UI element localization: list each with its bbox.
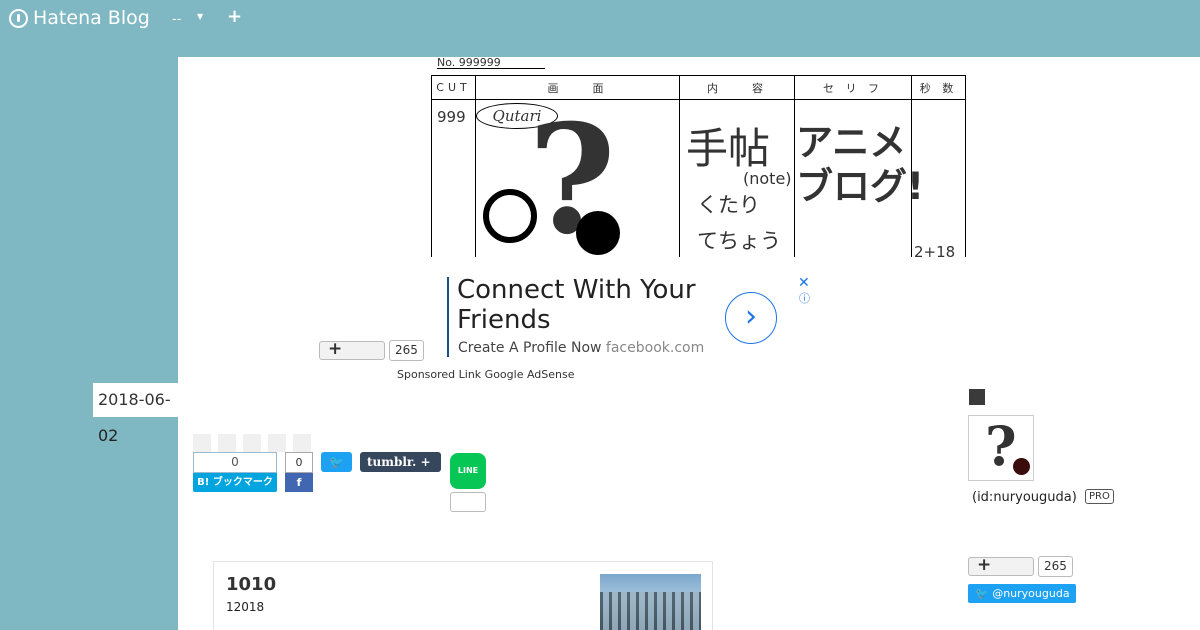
cut-number: 999 [431, 99, 476, 257]
plus-icon: + [977, 555, 992, 575]
add-entry-button[interactable]: + [227, 6, 242, 27]
logo-text: Hatena Blog [33, 7, 150, 29]
header-kutari: くたり [697, 193, 760, 217]
col-dialogue: セ リ フ [794, 75, 912, 100]
ad-cta: Create A Profile Now [458, 340, 602, 356]
header-note: (note) [743, 169, 792, 188]
twitter-share-button[interactable]: 🐦 [321, 452, 352, 472]
related-entry-title[interactable]: 1010 [226, 574, 276, 595]
sponsored-link-label: Sponsored Link Google AdSense [397, 368, 575, 381]
anime-line1: アニメ [796, 121, 907, 164]
top-bar: Hatena Blog -- ▼ + [0, 0, 1200, 36]
hatena-logo-icon [9, 8, 28, 28]
twitter-follow-button[interactable]: 🐦 @nuryouguda [968, 584, 1076, 603]
sidebar-add-star-button[interactable]: + [968, 555, 1034, 576]
col-content: 内 容 [679, 75, 795, 100]
col-seconds: 秒 数 [911, 75, 966, 100]
related-entry-card[interactable]: 1010 12018 [213, 561, 713, 630]
author-id-link[interactable]: (id:nuryouguda) [972, 490, 1077, 505]
pro-badge: PRO [1085, 489, 1114, 504]
blog-header-image[interactable]: No. 999999 CUT 画 面 内 容 セ リ フ 秒 数 999 Qut… [431, 57, 967, 257]
sheet-number: No. 999999 [437, 57, 545, 69]
entry-date-line2: 02 [98, 426, 119, 445]
chevron-down-icon[interactable]: ▼ [197, 12, 203, 21]
ad-headline[interactable]: Connect With Your Friends [457, 275, 727, 335]
anime-line2: ブログ! [796, 165, 924, 208]
ad-close-icon[interactable]: ✕ [798, 275, 810, 291]
entry-date: 2018-06- [93, 383, 183, 417]
sidebar-heading-icon [969, 389, 985, 405]
twitter-handle: @nuryouguda [992, 587, 1070, 600]
blog-switcher[interactable]: -- [172, 12, 181, 27]
bookmark-label: B! ブックマーク [193, 473, 277, 492]
ad-info-icon[interactable]: ⓘ [799, 290, 810, 306]
hatena-blog-logo[interactable]: Hatena Blog [9, 7, 150, 29]
facebook-share-button[interactable]: 0 f [285, 452, 313, 492]
related-entry-date: 12018 [226, 600, 265, 614]
tumblr-share-button[interactable]: tumblr. + [360, 452, 441, 472]
star-count[interactable]: 265 [389, 340, 424, 361]
header-techo: てちょう [697, 229, 781, 253]
facebook-icon: f [285, 473, 313, 492]
ad-banner[interactable]: Connect With Your Friends Create A Profi… [447, 275, 812, 359]
ad-subline[interactable]: Create A Profile Now facebook.com [458, 340, 704, 356]
share-placeholders [193, 434, 311, 452]
add-star-button[interactable]: + [319, 339, 385, 360]
sidebar-star-count[interactable]: 265 [1038, 556, 1073, 577]
ad-arrow-icon[interactable]: › [725, 292, 777, 344]
main-content: No. 999999 CUT 画 面 内 容 セ リ フ 秒 数 999 Qut… [178, 57, 1200, 630]
logo-dot [576, 211, 620, 255]
ad-domain: facebook.com [605, 340, 705, 356]
header-kanji: 手帖 [686, 124, 771, 173]
avatar[interactable]: ? [968, 415, 1034, 481]
col-cut: CUT [431, 75, 476, 100]
twitter-icon: 🐦 [329, 455, 344, 469]
header-anime-blog: アニメ ブログ! [796, 121, 924, 209]
facebook-count: 0 [285, 452, 313, 473]
avatar-glyph: ? [985, 415, 1017, 478]
plus-icon: + [328, 339, 343, 359]
line-share-button[interactable]: LINE [450, 453, 486, 489]
ad-accent-bar [447, 277, 449, 357]
seconds-value: 2+18 [914, 243, 956, 257]
hatena-bookmark-button[interactable]: 0 B! ブックマーク [193, 452, 277, 492]
bookmark-count: 0 [193, 452, 277, 473]
line-count [450, 492, 486, 512]
related-entry-thumbnail[interactable] [600, 574, 701, 630]
entry-date-line1: 2018-06- [98, 390, 171, 409]
